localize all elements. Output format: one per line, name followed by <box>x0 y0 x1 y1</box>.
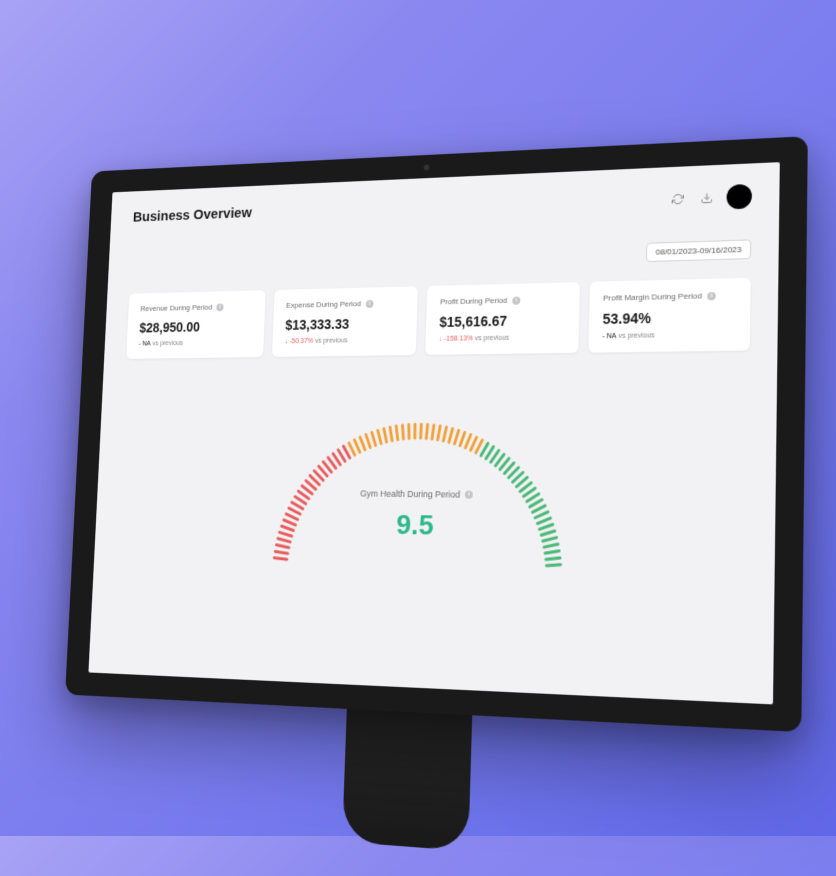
page-title: Business Overview <box>133 205 252 226</box>
monitor-bezel: Business Overview 08/01/2023-09/16/2023 <box>65 136 808 732</box>
dashboard-screen: Business Overview 08/01/2023-09/16/2023 <box>88 162 779 704</box>
gauge-section: Gym Health During Period i 9.5 <box>116 382 749 573</box>
metric-label: Profit Margin During Period <box>603 291 702 302</box>
metric-value: $28,950.00 <box>139 318 252 335</box>
metric-label: Profit During Period <box>440 296 507 306</box>
metric-card-profit: Profit During Period i $15,616.67 ↓ -158… <box>425 282 579 355</box>
refresh-icon[interactable] <box>668 190 687 209</box>
metric-label: Revenue During Period <box>140 303 212 313</box>
info-icon[interactable]: i <box>512 296 520 304</box>
metric-value: $13,333.33 <box>285 315 404 333</box>
date-range-picker[interactable]: 08/01/2023-09/16/2023 <box>646 239 751 262</box>
metric-compare: ↓ -50.37% vs previous <box>285 336 404 345</box>
camera-notch <box>424 164 430 170</box>
gauge-label: Gym Health During Period <box>360 488 460 499</box>
metric-compare: - NA vs previous <box>139 339 251 347</box>
metric-value: $15,616.67 <box>439 312 565 330</box>
avatar[interactable] <box>726 184 752 210</box>
metric-value: 53.94% <box>603 308 736 327</box>
info-icon[interactable]: i <box>707 291 716 299</box>
metric-card-revenue: Revenue During Period i $28,950.00 - NA … <box>126 290 265 359</box>
info-icon[interactable]: i <box>366 300 374 308</box>
info-icon[interactable]: i <box>465 491 473 499</box>
download-icon[interactable] <box>697 188 716 207</box>
metric-compare: ↓ -158.13% vs previous <box>439 334 564 343</box>
metric-label: Expense During Period <box>286 299 361 309</box>
gauge-value: 9.5 <box>256 507 582 545</box>
metrics-row: Revenue During Period i $28,950.00 - NA … <box>126 278 751 359</box>
metric-compare: - NA vs previous <box>602 331 735 340</box>
info-icon[interactable]: i <box>216 303 223 311</box>
metric-card-expense: Expense During Period i $13,333.33 ↓ -50… <box>271 286 417 357</box>
metric-card-profit-margin: Profit Margin During Period i 53.94% - N… <box>588 278 751 353</box>
